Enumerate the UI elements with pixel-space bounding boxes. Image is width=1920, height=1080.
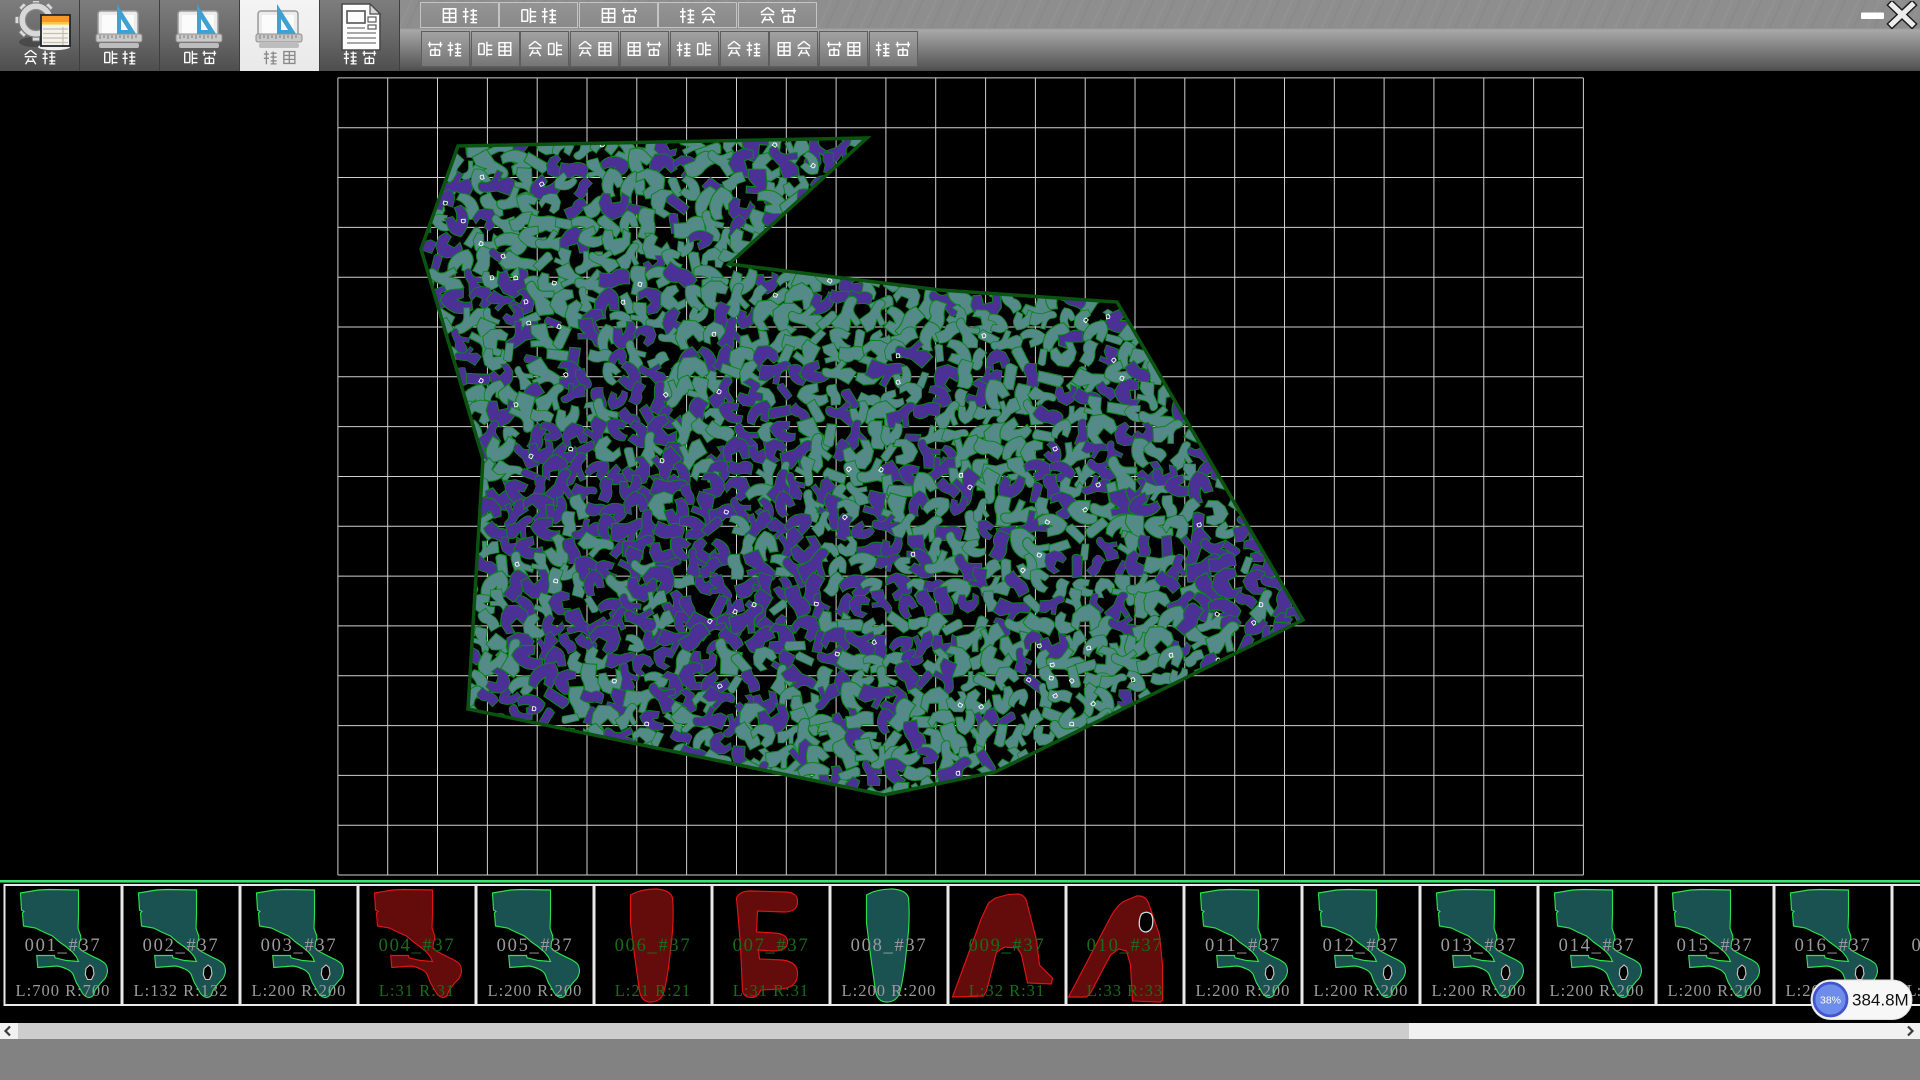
svg-text:384.8M: 384.8M bbox=[1852, 991, 1909, 1010]
svg-text:L:200 R:200: L:200 R:200 bbox=[252, 981, 347, 1000]
svg-text:010_#37: 010_#37 bbox=[1087, 936, 1164, 956]
svg-text:L:31 R:31: L:31 R:31 bbox=[379, 981, 455, 1000]
svg-text:L:200 R:200: L:200 R:200 bbox=[1550, 981, 1645, 1000]
svg-text:L:700 R:700: L:700 R:700 bbox=[16, 981, 111, 1000]
svg-text:007_#37: 007_#37 bbox=[733, 936, 810, 956]
svg-text:L:132 R:132: L:132 R:132 bbox=[134, 981, 229, 1000]
svg-text:005_#37: 005_#37 bbox=[497, 936, 574, 956]
svg-text:0: 0 bbox=[1912, 936, 1920, 956]
svg-text:L:200 R:200: L:200 R:200 bbox=[1196, 981, 1291, 1000]
svg-text:L:200 R:200: L:200 R:200 bbox=[1668, 981, 1763, 1000]
svg-text:L:200 R:200: L:200 R:200 bbox=[1314, 981, 1409, 1000]
svg-text:L:31 R:31: L:31 R:31 bbox=[733, 981, 809, 1000]
svg-text:004_#37: 004_#37 bbox=[379, 936, 456, 956]
svg-text:38%: 38% bbox=[1820, 995, 1841, 1007]
svg-text:016_#37: 016_#37 bbox=[1795, 936, 1872, 956]
svg-text:L:21 R:21: L:21 R:21 bbox=[615, 981, 691, 1000]
svg-text:L:32 R:31: L:32 R:31 bbox=[969, 981, 1045, 1000]
svg-text:001_#37: 001_#37 bbox=[25, 936, 102, 956]
svg-text:L:200 R:200: L:200 R:200 bbox=[842, 981, 937, 1000]
svg-text:011_#37: 011_#37 bbox=[1205, 936, 1281, 956]
svg-text:013_#37: 013_#37 bbox=[1441, 936, 1518, 956]
svg-text:014_#37: 014_#37 bbox=[1559, 936, 1636, 956]
svg-text:L:200 R:200: L:200 R:200 bbox=[488, 981, 583, 1000]
svg-text:012_#37: 012_#37 bbox=[1323, 936, 1400, 956]
svg-text:015_#37: 015_#37 bbox=[1677, 936, 1754, 956]
svg-text:002_#37: 002_#37 bbox=[143, 936, 220, 956]
svg-text:L:200 R:200: L:200 R:200 bbox=[1432, 981, 1527, 1000]
svg-text:L:33 R:33: L:33 R:33 bbox=[1087, 981, 1163, 1000]
svg-text:006_#37: 006_#37 bbox=[615, 936, 692, 956]
svg-text:008_#37: 008_#37 bbox=[851, 936, 928, 956]
svg-text:003_#37: 003_#37 bbox=[261, 936, 338, 956]
svg-text:009_#37: 009_#37 bbox=[969, 936, 1046, 956]
